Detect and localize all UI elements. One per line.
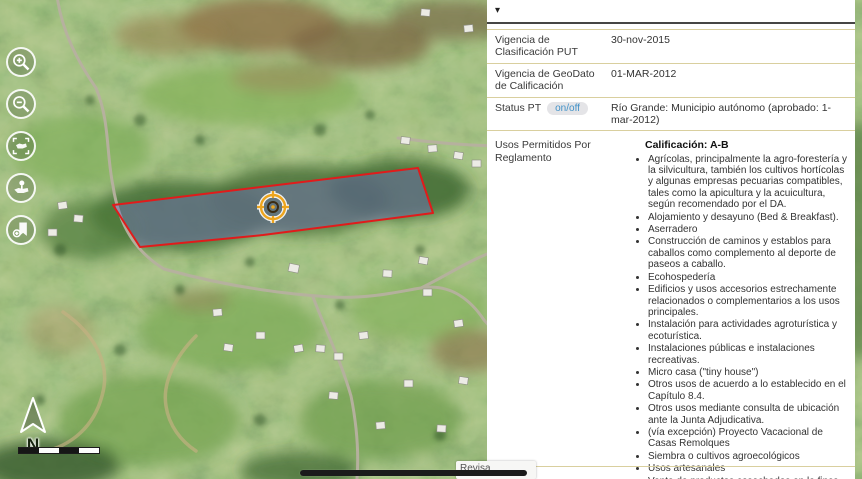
list-item: Micro casa ("tiny house") — [648, 367, 847, 378]
list-item: Alojamiento y desayuno (Bed & Breakfast)… — [648, 212, 847, 223]
zoom-out-button[interactable] — [6, 89, 36, 119]
list-item: Instalación para actividades agroturísti… — [648, 319, 847, 342]
list-item: Construcción de caminos y establos para … — [648, 236, 847, 270]
list-item: Usos artesanales — [648, 463, 847, 474]
list-item: Aserradero — [648, 224, 847, 235]
bookmark-button[interactable] — [6, 215, 36, 245]
zoom-in-icon — [11, 52, 31, 72]
list-item: Ecohospedería — [648, 272, 847, 283]
list-item: Edificios y usos accesorios estrechament… — [648, 284, 847, 318]
map-toolbar — [6, 47, 36, 245]
locate-map-icon — [11, 178, 31, 198]
zoom-out-icon — [11, 94, 31, 114]
calificacion-title: Calificación: A-B — [645, 139, 847, 151]
info-panel: ▾ Vigencia de Clasificación PUT 30-nov-2… — [487, 0, 855, 479]
row-label: Status PT on/off — [495, 102, 603, 127]
scale-bar — [18, 447, 100, 454]
gis-app-window: N ▾ Vigencia de Clasificación PUT 30-nov… — [0, 0, 862, 479]
table-row: Status PT on/off Río Grande: Municipio a… — [487, 98, 855, 132]
full-extent-icon — [11, 136, 31, 156]
attribute-table: Vigencia de Clasificación PUT 30-nov-201… — [487, 29, 855, 131]
list-item: Agrícolas, principalmente la agro-forest… — [648, 154, 847, 211]
list-item: (vía excepción) Proyecto Vacacional de C… — [648, 427, 847, 450]
row-value: 01-MAR-2012 — [611, 68, 845, 93]
table-row: Vigencia de GeoDato de Calificación 01-M… — [487, 64, 855, 98]
full-extent-button[interactable] — [6, 131, 36, 161]
onoff-toggle[interactable]: on/off — [547, 102, 588, 116]
locate-button[interactable] — [6, 173, 36, 203]
horizontal-scrollbar[interactable] — [300, 470, 527, 476]
bookmark-add-icon — [11, 220, 31, 240]
status-label: Status PT — [495, 102, 541, 114]
table-row: Vigencia de Clasificación PUT 30-nov-201… — [487, 30, 855, 64]
row-label: Vigencia de GeoDato de Calificación — [495, 68, 603, 93]
panel-header: ▾ — [487, 0, 855, 22]
row-value: 30-nov-2015 — [611, 34, 845, 59]
list-item: Venta de productos cosechados en la finc… — [648, 476, 847, 479]
permitted-uses-section: Usos Permitidos Por Reglamento Calificac… — [487, 131, 855, 479]
list-item: Instalaciones públicas e instalaciones r… — [648, 343, 847, 366]
permitted-uses-content: Calificación: A-B Agrícolas, principalme… — [611, 139, 847, 479]
list-item: Otros usos de acuerdo a lo establecido e… — [648, 379, 847, 402]
row-value: Río Grande: Municipio autónomo (aprobado… — [611, 102, 845, 127]
collapse-caret[interactable]: ▾ — [495, 6, 500, 16]
permitted-uses-list: Agrícolas, principalmente la agro-forest… — [631, 154, 847, 479]
panel-divider — [487, 22, 855, 24]
list-item: Otros usos mediante consulta de ubicació… — [648, 403, 847, 426]
zoom-in-button[interactable] — [6, 47, 36, 77]
row-label: Vigencia de Clasificación PUT — [495, 34, 603, 59]
north-arrow-icon — [11, 396, 55, 436]
panel-bottom-separator — [487, 466, 855, 467]
permitted-uses-label: Usos Permitidos Por Reglamento — [495, 139, 603, 479]
list-item: Siembra o cultivos agroecológicos — [648, 451, 847, 462]
